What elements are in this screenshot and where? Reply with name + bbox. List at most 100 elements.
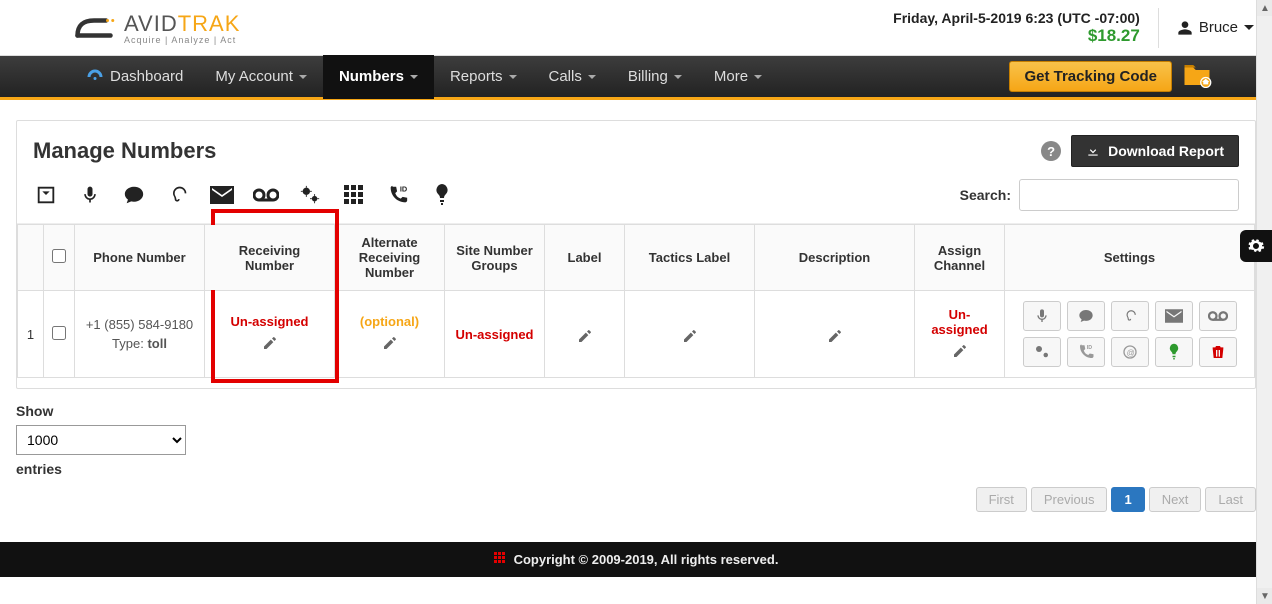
edit-receiving-button[interactable] [262, 335, 278, 354]
get-tracking-code-button[interactable]: Get Tracking Code [1009, 61, 1172, 92]
nav-numbers-label: Numbers [339, 68, 404, 85]
nav-folder-button[interactable] [1182, 62, 1212, 91]
microphone-icon [80, 185, 100, 205]
receiving-value: Un-assigned [213, 314, 326, 329]
nav-more[interactable]: More [698, 55, 778, 99]
page-first-button[interactable]: First [976, 487, 1027, 512]
gears-icon [1033, 343, 1051, 361]
tool-email-button[interactable] [209, 182, 235, 208]
microphone-icon [1034, 308, 1050, 324]
edit-description-button[interactable] [827, 328, 843, 347]
phone-id-icon: ID [1077, 343, 1095, 361]
tool-grid-button[interactable] [341, 182, 367, 208]
chevron-down-icon [588, 75, 596, 79]
brand-text-2: TRAK [178, 11, 241, 36]
floating-settings-button[interactable] [1240, 230, 1272, 262]
nav-reports[interactable]: Reports [434, 55, 533, 99]
page-prev-button[interactable]: Previous [1031, 487, 1108, 512]
col-label[interactable]: Label [545, 225, 625, 291]
cell-site-groups: Un-assigned [445, 291, 545, 378]
nav-dashboard[interactable]: Dashboard [70, 55, 199, 99]
col-description[interactable]: Description [755, 225, 915, 291]
nav-my-account[interactable]: My Account [199, 55, 323, 99]
nav-more-label: More [714, 68, 748, 85]
tool-callerid-button[interactable]: ID [385, 182, 411, 208]
table-row: 1 +1 (855) 584-9180 Type: toll Un-assign… [18, 291, 1255, 378]
tool-voicemail-button[interactable] [253, 182, 279, 208]
gear-icon [1247, 237, 1265, 255]
tool-mic-button[interactable] [77, 182, 103, 208]
col-receiving[interactable]: Receiving Number [205, 225, 335, 291]
pagination: First Previous 1 Next Last [0, 477, 1272, 512]
alternate-value: (optional) [343, 314, 436, 329]
col-channel[interactable]: Assign Channel [915, 225, 1005, 291]
window-scrollbar[interactable]: ▲ ▼ [1256, 0, 1272, 604]
col-settings[interactable]: Settings [1005, 225, 1255, 291]
user-menu[interactable]: Bruce [1158, 8, 1254, 48]
dashboard-icon [86, 68, 104, 86]
col-site-groups[interactable]: Site Number Groups [445, 225, 545, 291]
brand-tagline: Acquire | Analyze | Act [124, 35, 240, 45]
setting-voicemail-button[interactable] [1199, 301, 1237, 331]
manage-numbers-panel: Manage Numbers ? Download Report ID Sear… [16, 120, 1256, 389]
col-alternate[interactable]: Alternate Receiving Number [335, 225, 445, 291]
phone-arrow-icon [35, 184, 57, 206]
col-tactics[interactable]: Tactics Label [625, 225, 755, 291]
envelope-icon [210, 186, 234, 204]
folder-home-icon [1182, 62, 1212, 88]
nav-calls[interactable]: Calls [533, 55, 612, 99]
nav-my-account-label: My Account [215, 68, 293, 85]
setting-callerid-button[interactable]: ID [1067, 337, 1105, 367]
setting-delete-button[interactable] [1199, 337, 1237, 367]
setting-greeting-button[interactable] [1067, 301, 1105, 331]
pencil-square-icon [952, 343, 968, 359]
scroll-down-icon[interactable]: ▼ [1257, 588, 1272, 604]
tool-chat-button[interactable] [121, 182, 147, 208]
tool-whisper-button[interactable] [165, 182, 191, 208]
topbar: AVIDTRAK Acquire | Analyze | Act Friday,… [0, 0, 1272, 56]
download-report-button[interactable]: Download Report [1071, 135, 1239, 167]
footer-grid-icon [494, 552, 506, 567]
page-next-button[interactable]: Next [1149, 487, 1202, 512]
edit-alternate-button[interactable] [382, 335, 398, 354]
edit-channel-button[interactable] [952, 343, 968, 362]
gears-icon [299, 184, 321, 206]
tool-call-forward-button[interactable] [33, 182, 59, 208]
search-label: Search: [960, 187, 1011, 203]
help-button[interactable]: ? [1041, 141, 1061, 161]
edit-tactics-button[interactable] [682, 328, 698, 347]
scroll-up-icon[interactable]: ▲ [1257, 0, 1272, 16]
setting-email-button[interactable] [1155, 301, 1193, 331]
brand-logo[interactable]: AVIDTRAK Acquire | Analyze | Act [70, 11, 240, 45]
nav-billing[interactable]: Billing [612, 55, 698, 99]
search-input[interactable] [1019, 179, 1239, 211]
setting-whisper-button[interactable] [1111, 301, 1149, 331]
setting-active-button[interactable] [1155, 337, 1193, 367]
page-last-button[interactable]: Last [1205, 487, 1256, 512]
trash-icon [1210, 343, 1226, 361]
setting-advanced-button[interactable] [1023, 337, 1061, 367]
col-phone[interactable]: Phone Number [75, 225, 205, 291]
select-all-checkbox[interactable] [52, 249, 66, 263]
row-checkbox[interactable] [52, 326, 66, 340]
page-1-button[interactable]: 1 [1111, 487, 1144, 512]
setting-record-button[interactable] [1023, 301, 1061, 331]
edit-label-button[interactable] [577, 328, 593, 347]
cell-tactics [625, 291, 755, 378]
speech-bubble-icon [1077, 308, 1095, 324]
entries-label: entries [16, 461, 1256, 477]
tool-settings-button[interactable] [297, 182, 323, 208]
chevron-down-icon [410, 75, 418, 79]
entries-select[interactable]: 1000 [16, 425, 186, 455]
setting-spam-button[interactable]: @ [1111, 337, 1149, 367]
page-title: Manage Numbers [33, 138, 216, 164]
nav-numbers[interactable]: Numbers [323, 55, 434, 99]
col-index [18, 225, 44, 291]
chevron-down-icon [299, 75, 307, 79]
cell-alternate: (optional) [335, 291, 445, 378]
phone-number: +1 (855) 584-9180 [83, 315, 196, 335]
tool-bulb-button[interactable] [429, 182, 455, 208]
svg-text:ID: ID [400, 184, 407, 193]
show-label: Show [16, 403, 1256, 419]
cell-channel: Un-assigned [915, 291, 1005, 378]
